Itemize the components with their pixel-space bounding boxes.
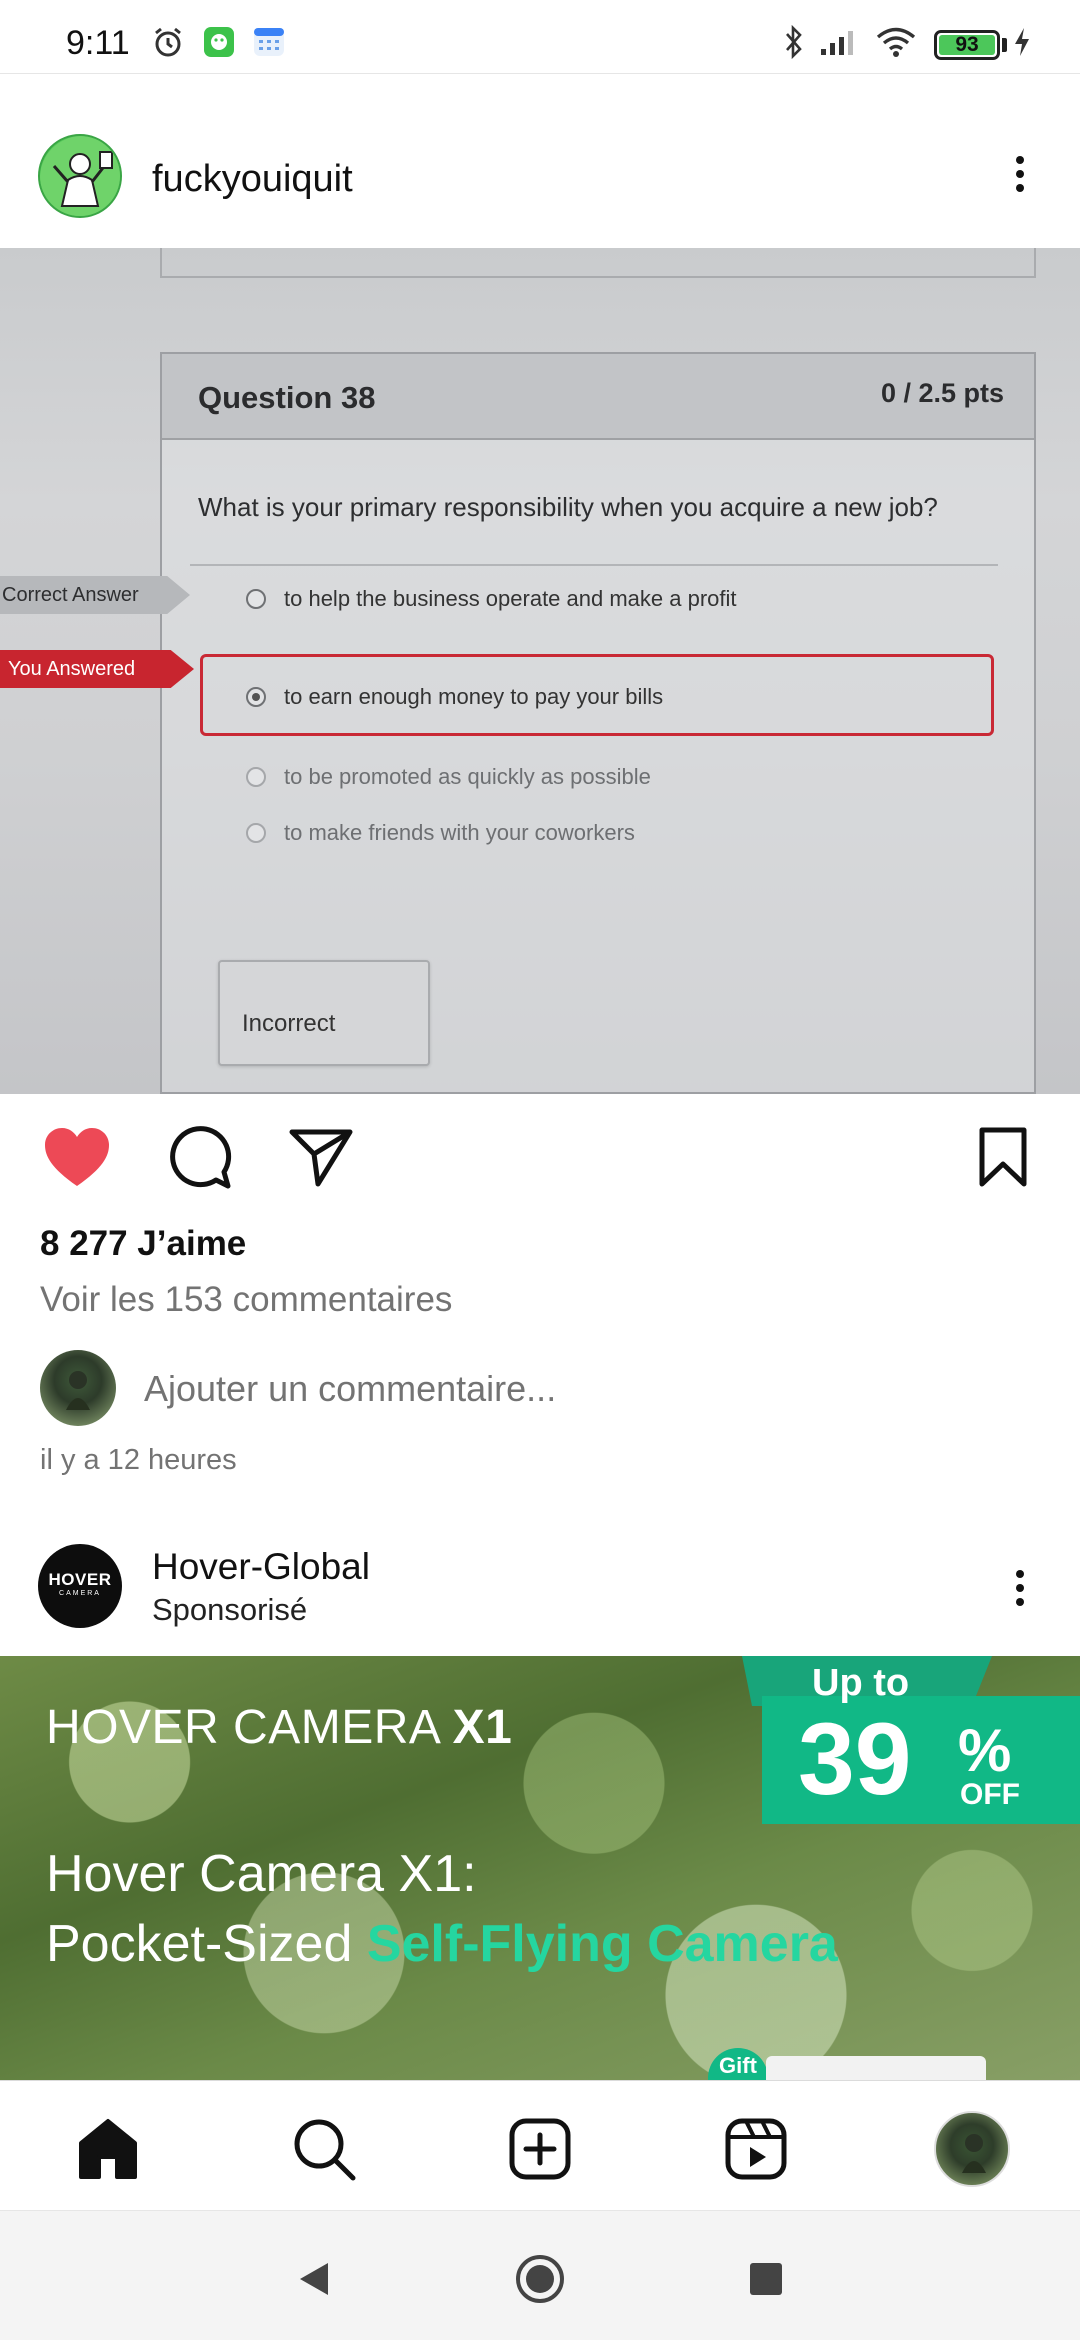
ad-more-options-icon[interactable]: [1000, 1564, 1040, 1620]
battery-indicator: 93: [934, 30, 1000, 60]
ad-headline-line1: Hover Camera X1:: [46, 1845, 477, 1903]
like-count[interactable]: 8 277 J’aime: [40, 1224, 246, 1264]
alarm-icon: [150, 24, 186, 60]
view-comments-link[interactable]: Voir les 153 commentaires: [40, 1280, 452, 1320]
result-popover: Incorrect: [218, 960, 430, 1066]
quiz-question-card: Question 38 0 / 2.5 pts What is your pri…: [160, 352, 1036, 1094]
add-comment-input[interactable]: Ajouter un commentaire...: [144, 1368, 556, 1410]
radio-icon: [246, 823, 266, 843]
ad-headline-line2: Pocket-Sized Self-Flying Camera: [46, 1914, 838, 1974]
gift-banner: [766, 2056, 986, 2080]
post-username[interactable]: fuckyouiquit: [152, 158, 353, 201]
question-title: Question 38: [198, 380, 376, 415]
answer-option: to be promoted as quickly as possible: [246, 764, 651, 790]
discount-badge: Up to 39 % OFF: [742, 1656, 1080, 1824]
create-post-icon[interactable]: [502, 2111, 578, 2187]
question-points: 0 / 2.5 pts: [880, 378, 1004, 408]
answer-option-label: to make friends with your coworkers: [284, 820, 635, 845]
you-answered-tag: You Answered: [0, 650, 194, 688]
profile-avatar[interactable]: [934, 2111, 1010, 2187]
recents-square-icon[interactable]: [740, 2253, 792, 2305]
advertiser-name[interactable]: Hover-Global: [152, 1546, 370, 1588]
status-time: 9:11: [66, 24, 130, 62]
gift-chip: Gift: [708, 2048, 768, 2080]
calendar-icon: [252, 24, 286, 60]
answer-option: to earn enough money to pay your bills: [246, 684, 663, 710]
result-label: Incorrect: [242, 1010, 336, 1037]
post-actions: [0, 1100, 1080, 1208]
question-text: What is your primary responsibility when…: [198, 492, 938, 522]
ad-image[interactable]: HOVER CAMERA X1 Hover Camera X1: Pocket-…: [0, 1656, 1080, 2080]
question-divider: [190, 564, 998, 566]
back-icon[interactable]: [288, 2253, 340, 2305]
bookmark-icon[interactable]: [966, 1122, 1040, 1192]
home-icon[interactable]: [70, 2111, 146, 2187]
advertiser-logo[interactable]: HOVER CAMERA: [38, 1544, 122, 1628]
answer-option: to make friends with your coworkers: [246, 820, 635, 846]
radio-selected-icon: [246, 687, 266, 707]
answer-option-label: to help the business operate and make a …: [284, 586, 737, 611]
post-more-options-icon[interactable]: [1000, 150, 1040, 206]
post-image[interactable]: Question 38 0 / 2.5 pts What is your pri…: [0, 248, 1080, 1094]
advertiser-logo-line1: HOVER: [48, 1570, 112, 1589]
search-icon[interactable]: [286, 2111, 362, 2187]
quiz-question-header: Question 38 0 / 2.5 pts: [162, 354, 1034, 440]
ad-headline-plain: Pocket-Sized: [46, 1915, 353, 1973]
post-author-avatar[interactable]: [38, 134, 122, 218]
ad-brand-model: X1: [452, 1701, 513, 1754]
battery-level: 93: [955, 33, 979, 56]
radio-icon: [246, 589, 266, 609]
ad-brand-title: HOVER CAMERA X1: [46, 1700, 512, 1755]
comment-bubble-icon[interactable]: [162, 1122, 236, 1192]
bottom-navigation: [0, 2080, 1080, 2210]
sponsored-label: Sponsorisé: [152, 1592, 308, 1627]
radio-icon: [246, 767, 266, 787]
reels-icon[interactable]: [718, 2111, 794, 2187]
previous-question-edge: [160, 248, 1036, 278]
answer-option-label: to be promoted as quickly as possible: [284, 764, 651, 789]
bluetooth-icon: [780, 24, 808, 60]
ad-headline-accent: Self-Flying Camera: [366, 1915, 838, 1973]
discount-percent-sign: %: [958, 1717, 1012, 1784]
like-heart-icon[interactable]: [40, 1122, 114, 1192]
ad-brand-name: HOVER CAMERA: [46, 1701, 439, 1754]
signal-icon: [818, 24, 862, 60]
app-notification-icon: [202, 24, 236, 60]
discount-number: 39: [798, 1702, 912, 1816]
advertiser-logo-line2: CAMERA: [59, 1590, 101, 1597]
charging-icon: [1010, 24, 1034, 60]
discount-off-label: OFF: [960, 1778, 1020, 1811]
status-bar: 9:11 93: [0, 0, 1080, 74]
wifi-icon: [874, 24, 918, 60]
home-circle-icon[interactable]: [514, 2253, 566, 2305]
post-timestamp: il y a 12 heures: [40, 1444, 237, 1476]
system-navigation-bar: [0, 2210, 1080, 2340]
answer-option-label: to earn enough money to pay your bills: [284, 684, 664, 709]
answer-option: to help the business operate and make a …: [246, 586, 737, 612]
current-user-avatar: [40, 1350, 116, 1426]
discount-upto-label: Up to: [812, 1662, 910, 1704]
share-send-icon[interactable]: [284, 1122, 358, 1192]
correct-answer-tag: Correct Answer: [0, 576, 190, 614]
sponsored-post-header: HOVER CAMERA Hover-Global Sponsorisé: [0, 1532, 1080, 1652]
post-header: fuckyouiquit: [0, 128, 1080, 244]
